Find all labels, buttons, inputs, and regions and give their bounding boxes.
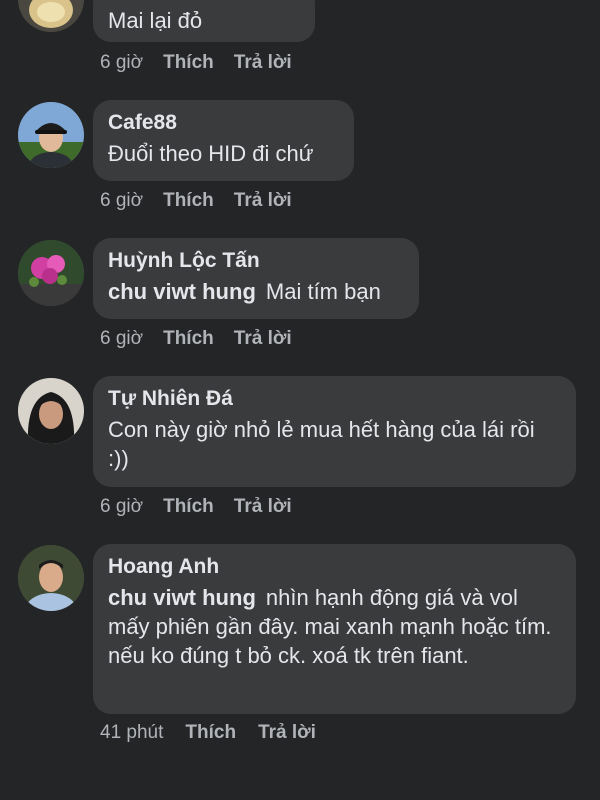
- woman-avatar-icon: [18, 378, 84, 444]
- comment-bubble: Tự Nhiên Đá Con này giờ nhỏ lẻ mua hết h…: [93, 376, 576, 487]
- comment-body: Mai tím bạn: [265, 279, 381, 304]
- like-button[interactable]: Thích: [163, 496, 214, 518]
- comment-time: 6 giờ: [100, 496, 144, 517]
- comment-time: 6 giờ: [100, 52, 144, 73]
- man-with-cap-avatar-icon: [18, 102, 84, 168]
- comment-text: chu viwt hung nhìn hạnh động giá và vol m…: [108, 583, 560, 670]
- comment-bubble: Mai lại đỏ: [93, 0, 315, 42]
- reply-button[interactable]: Trả lời: [234, 328, 292, 350]
- comment-author[interactable]: Cafe88: [108, 110, 338, 136]
- reply-button[interactable]: Trả lời: [234, 496, 292, 518]
- comment-bubble: Huỳnh Lộc Tấn chu viwt hung Mai tím bạn: [93, 238, 419, 319]
- comment-time: 41 phút: [100, 722, 164, 743]
- partial-avatar-icon: [18, 0, 84, 32]
- like-button[interactable]: Thích: [185, 722, 236, 744]
- comment-author[interactable]: Tự Nhiên Đá: [108, 386, 560, 412]
- reply-button[interactable]: Trả lời: [234, 190, 292, 212]
- avatar[interactable]: [18, 0, 84, 32]
- comment-time: 6 giờ: [100, 328, 144, 349]
- like-button[interactable]: Thích: [163, 52, 214, 74]
- avatar[interactable]: [18, 378, 84, 444]
- comment-actions: 6 giờ Thích Trả lời: [100, 52, 292, 74]
- man-in-shirt-avatar-icon: [18, 545, 84, 611]
- comment-text: Đuổi theo HID đi chứ: [108, 141, 314, 166]
- comment-actions: 6 giờ Thích Trả lời: [100, 328, 292, 350]
- avatar[interactable]: [18, 545, 84, 611]
- avatar[interactable]: [18, 102, 84, 168]
- flower-avatar-icon: [18, 240, 84, 306]
- mention-tag[interactable]: chu viwt hung: [108, 585, 256, 610]
- like-button[interactable]: Thích: [163, 190, 214, 212]
- comment-text: Con này giờ nhỏ lẻ mua hết hàng của lái …: [108, 417, 535, 471]
- comment-author[interactable]: Hoang Anh: [108, 554, 560, 580]
- comment-time: 6 giờ: [100, 190, 144, 211]
- mention-tag[interactable]: chu viwt hung: [108, 279, 256, 304]
- comment-bubble: Hoang Anh chu viwt hung nhìn hạnh động gi…: [93, 544, 576, 714]
- reply-button[interactable]: Trả lời: [258, 722, 316, 744]
- avatar[interactable]: [18, 240, 84, 306]
- comment-text: chu viwt hung Mai tím bạn: [108, 277, 403, 306]
- comment-bubble: Cafe88 Đuổi theo HID đi chứ: [93, 100, 354, 181]
- comment-actions: 6 giờ Thích Trả lời: [100, 190, 292, 212]
- comment-author[interactable]: Huỳnh Lộc Tấn: [108, 248, 403, 274]
- reply-button[interactable]: Trả lời: [234, 52, 292, 74]
- comment-actions: 41 phút Thích Trả lời: [100, 722, 316, 744]
- comment-actions: 6 giờ Thích Trả lời: [100, 496, 292, 518]
- comment-text: Mai lại đỏ: [108, 8, 203, 33]
- like-button[interactable]: Thích: [163, 328, 214, 350]
